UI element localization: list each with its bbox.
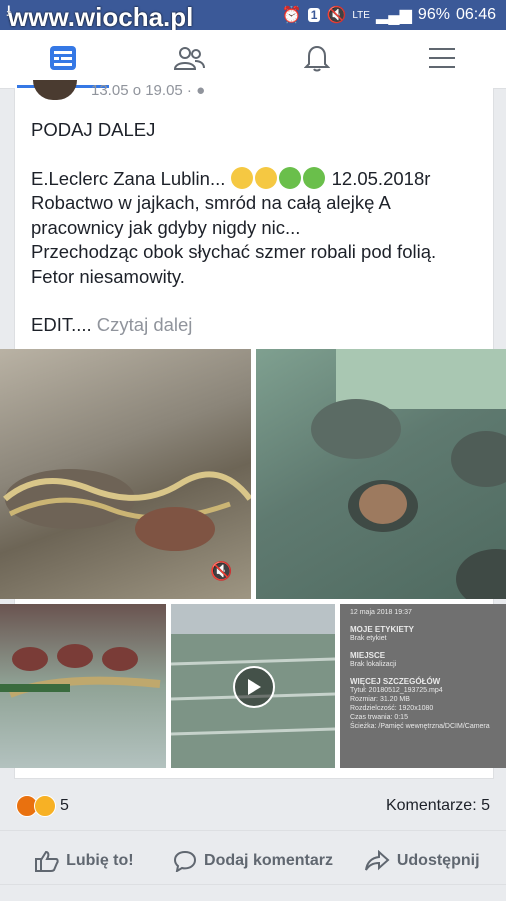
post-timestamp[interactable]: 13.05 o 19.05 · ●	[91, 82, 205, 99]
file-date: 12 maja 2018 19:37	[350, 609, 412, 616]
comment-icon	[174, 850, 197, 872]
tab-menu[interactable]	[422, 38, 462, 78]
dizzy-face-icon	[254, 166, 277, 189]
tab-notifications[interactable]	[297, 38, 337, 78]
mute-video-icon[interactable]: 🔇	[210, 561, 232, 582]
next-post-edge	[0, 884, 506, 901]
news-feed-icon	[50, 46, 76, 70]
share-label: Udostępnij	[396, 852, 480, 869]
clock: 06:46	[455, 6, 496, 23]
file-details: 12 maja 2018 19:37 MOJE ETYKIETY Brak et…	[350, 608, 490, 731]
detail-text: Ścieżka: /Pamięć wewnętrzna/DCIM/Camera	[350, 723, 490, 730]
detail-text: Rozdzielczość: 1920x1080	[350, 705, 434, 712]
detail-heading: MIEJSCE	[350, 651, 386, 660]
detail-text: Brak lokalizacji	[350, 661, 397, 668]
post-line: Robactwo w jajkach, smród na całą alejkę…	[31, 192, 390, 238]
post-photo[interactable]	[256, 349, 506, 599]
share-icon	[364, 850, 390, 871]
post-photo[interactable]	[0, 604, 166, 768]
photo-content	[0, 644, 161, 698]
reactions-row: 5 Komentarze: 5	[0, 790, 506, 820]
timestamp-text: 13.05 o 19.05 ·	[91, 82, 197, 99]
post-body: PODAJ DALEJ E.Leclerc Zana Lublin... 12.…	[31, 118, 481, 338]
avatar[interactable]	[33, 80, 77, 100]
read-more-link[interactable]: Czytaj dalej	[97, 314, 193, 335]
like-icon	[35, 850, 59, 872]
globe-icon: ●	[196, 82, 206, 99]
tab-news-feed[interactable]	[17, 38, 109, 88]
wow-reaction-icon	[34, 795, 56, 817]
like-button[interactable]: Lubię to!	[0, 838, 169, 884]
notification-badge: 1	[307, 8, 321, 22]
play-icon	[248, 679, 261, 695]
edit-text: EDIT....	[31, 314, 97, 335]
nauseated-face-icon	[278, 166, 301, 189]
photo-content	[311, 349, 506, 599]
comment-button[interactable]: Dodaj komentarz	[169, 838, 338, 884]
detail-text: Czas trwania: 0:15	[350, 714, 408, 721]
status-bar: ⭳ www.wiocha.pl ⏰ 1 🔇 LTE ▂▄▆ 96% 06:46	[0, 0, 506, 32]
tab-friends[interactable]	[169, 38, 209, 78]
battery-level: 96%	[417, 6, 450, 23]
post-video-thumbnail[interactable]	[171, 604, 335, 768]
network-type: LTE	[352, 9, 370, 21]
post-line-edit: EDIT.... Czytaj dalej	[31, 313, 481, 338]
like-label: Lubię to!	[66, 852, 134, 869]
post-photo-screenshot[interactable]: 12 maja 2018 19:37 MOJE ETYKIETY Brak et…	[340, 604, 506, 768]
detail-text: Rozmiar: 31.20 MB	[350, 696, 410, 703]
reaction-icons[interactable]	[16, 795, 56, 817]
post-line: Przechodząc obok słychać szmer robali po…	[31, 241, 437, 287]
post-video-thumbnail[interactable]: 🔇	[0, 349, 251, 599]
friends-icon	[173, 47, 205, 70]
comment-count[interactable]: Komentarze: 5	[386, 797, 490, 815]
watermark: www.wiocha.pl	[8, 2, 194, 32]
detail-heading: WIĘCEJ SZCZEGÓŁÓW	[350, 677, 441, 686]
signal-icon: ▂▄▆	[375, 7, 412, 24]
divider	[0, 830, 506, 831]
detail-heading: MOJE ETYKIETY	[350, 625, 415, 634]
mute-icon: 🔇	[326, 7, 347, 24]
detail-text: Brak etykiet	[350, 635, 387, 642]
nauseated-face-icon	[302, 166, 325, 189]
post-line-store: E.Leclerc Zana Lublin... 12.05.2018r	[31, 166, 481, 192]
detail-text: Tytuł: 20180512_193725.mp4	[350, 687, 443, 694]
hamburger-menu-icon	[429, 48, 455, 68]
comment-label: Dodaj komentarz	[204, 852, 333, 869]
store-text: E.Leclerc Zana Lublin...	[31, 167, 226, 189]
post-actions: Lubię to! Dodaj komentarz Udostępnij	[0, 838, 506, 884]
share-button[interactable]: Udostępnij	[337, 838, 506, 884]
bell-icon	[304, 45, 330, 72]
dizzy-face-icon	[230, 166, 253, 189]
date-text: 12.05.2018r	[326, 167, 431, 189]
post-line: PODAJ DALEJ	[31, 119, 156, 140]
alarm-icon: ⏰	[281, 7, 302, 24]
status-icons: ⏰ 1 🔇 LTE ▂▄▆ 96% 06:46	[282, 5, 496, 25]
play-button[interactable]	[233, 666, 275, 708]
reaction-count[interactable]: 5	[60, 797, 69, 815]
